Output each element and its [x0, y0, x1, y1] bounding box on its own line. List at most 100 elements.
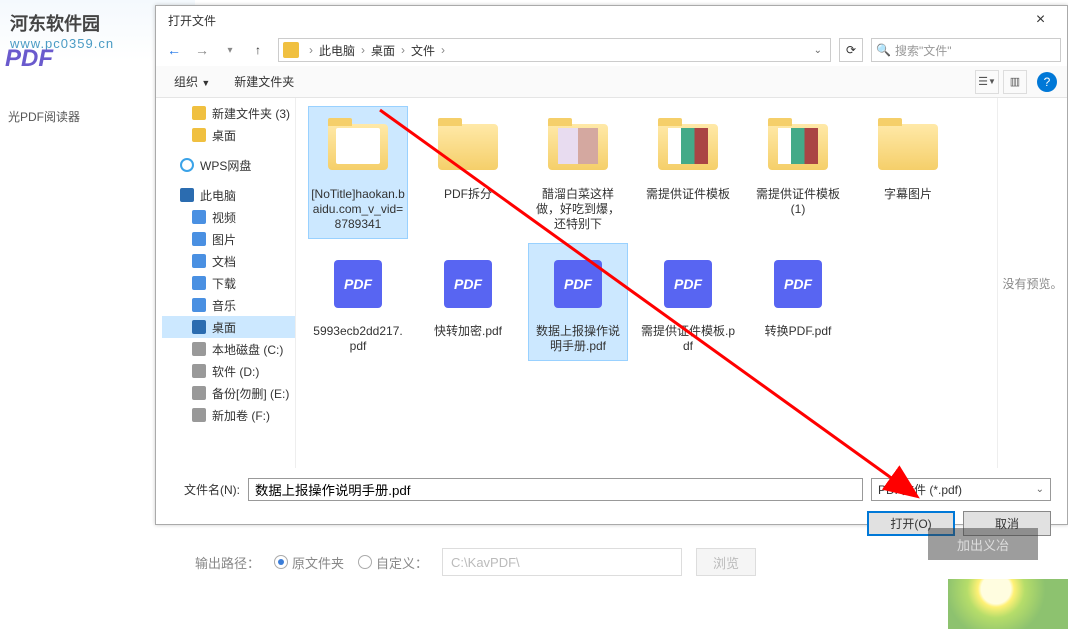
search-placeholder: 搜索"文件" [895, 42, 952, 59]
tree-item-icon [192, 386, 206, 400]
tree-item[interactable]: 备份[勿删] (E:) [162, 382, 295, 404]
file-thumb: PDF [764, 250, 832, 318]
nav-recent-dropdown[interactable]: ▾ [218, 38, 242, 62]
file-name: [NoTitle]haokan.baidu.com_v_vid=8789341 [311, 187, 405, 232]
file-thumb [654, 113, 722, 181]
tree-item[interactable]: 视频 [162, 206, 295, 228]
tree-item[interactable]: 文档 [162, 250, 295, 272]
tree-item-label: 桌面 [212, 319, 236, 336]
tree-item-icon [180, 188, 194, 202]
preview-pane-button[interactable]: ▥ [1003, 70, 1027, 94]
breadcrumb-bar[interactable]: › 此电脑 › 桌面 › 文件 › ⌄ [278, 38, 831, 62]
nav-back-button[interactable]: ← [162, 38, 186, 62]
tree-item-icon [192, 106, 206, 120]
file-item[interactable]: PDF 转换PDF.pdf [748, 243, 848, 361]
tree-item[interactable]: 桌面 [162, 124, 295, 146]
tree-item-label: 音乐 [212, 297, 236, 314]
file-thumb: PDF [654, 250, 722, 318]
file-item[interactable]: PDF拆分 [418, 106, 518, 239]
close-button[interactable]: × [1018, 11, 1063, 29]
add-file-button[interactable]: 加出义冶 [928, 528, 1038, 560]
tree-item[interactable]: 桌面 [162, 316, 295, 338]
output-label: 输出路径： [195, 553, 260, 572]
new-folder-button[interactable]: 新建文件夹 [226, 69, 302, 94]
file-item[interactable]: 需提供证件模板(1) [748, 106, 848, 239]
file-item[interactable]: PDF 5993ecb2dd217.pdf [308, 243, 408, 361]
organize-button[interactable]: 组织 ▼ [166, 69, 218, 94]
tree-item-label: 图片 [212, 231, 236, 248]
radio-original-folder[interactable]: 原文件夹 [274, 553, 344, 572]
view-mode-button[interactable]: ☰ ▼ [975, 70, 999, 94]
tree-item-icon [192, 298, 206, 312]
file-item[interactable]: [NoTitle]haokan.baidu.com_v_vid=8789341 [308, 106, 408, 239]
file-list[interactable]: [NoTitle]haokan.baidu.com_v_vid=8789341 P… [296, 98, 997, 468]
browse-button[interactable]: 浏览 [696, 548, 756, 576]
radio-custom-folder[interactable]: 自定义： [358, 553, 428, 572]
tree-item-label: 下载 [212, 275, 236, 292]
file-name: 转换PDF.pdf [751, 324, 845, 339]
filename-input[interactable] [248, 478, 863, 501]
tree-item[interactable]: 此电脑 [162, 184, 295, 206]
file-thumb: PDF [544, 250, 612, 318]
file-thumb [434, 113, 502, 181]
file-item[interactable]: PDF 需提供证件模板.pdf [638, 243, 738, 361]
file-name: 醋溜白菜这样做，好吃到爆，还特别下 [531, 187, 625, 232]
folder-tree[interactable]: 新建文件夹 (3)桌面WPS网盘此电脑视频图片文档下载音乐桌面本地磁盘 (C:)… [156, 98, 296, 468]
tree-item-icon [192, 408, 206, 422]
tree-item-icon [180, 158, 194, 172]
file-thumb [874, 113, 942, 181]
app-name: 光PDF阅读器 [8, 108, 80, 125]
tree-item[interactable]: 本地磁盘 (C:) [162, 338, 295, 360]
tree-item-label: 新建文件夹 (3) [212, 105, 290, 122]
file-thumb [544, 113, 612, 181]
breadcrumb-item[interactable]: 文件 [409, 42, 437, 59]
tree-item-icon [192, 128, 206, 142]
output-path-input[interactable]: C:\KavPDF\ [442, 548, 682, 576]
tree-item-icon [192, 342, 206, 356]
tree-item[interactable]: WPS网盘 [162, 154, 295, 176]
tree-item-icon [192, 232, 206, 246]
tree-item-label: 视频 [212, 209, 236, 226]
file-name: 5993ecb2dd217.pdf [311, 324, 405, 354]
file-name: 需提供证件模板(1) [751, 187, 845, 217]
breadcrumb-item[interactable]: 桌面 [369, 42, 397, 59]
tree-item[interactable]: 音乐 [162, 294, 295, 316]
nav-forward-button[interactable]: → [190, 38, 214, 62]
tree-item[interactable]: 下载 [162, 272, 295, 294]
tree-item-label: 文档 [212, 253, 236, 270]
tree-item[interactable]: 新建文件夹 (3) [162, 102, 295, 124]
file-item[interactable]: PDF 快转加密.pdf [418, 243, 518, 361]
folder-icon [283, 42, 299, 58]
refresh-button[interactable]: ⟳ [839, 38, 863, 62]
dialog-title: 打开文件 [160, 12, 224, 29]
filename-label: 文件名(N): [172, 481, 240, 498]
file-name: PDF拆分 [421, 187, 515, 202]
file-thumb [324, 113, 392, 181]
filetype-combo[interactable]: PDF文件 (*.pdf)⌄ [871, 478, 1051, 501]
search-input[interactable]: 🔍 搜索"文件" [871, 38, 1061, 62]
file-thumb [764, 113, 832, 181]
tree-item[interactable]: 图片 [162, 228, 295, 250]
tree-item-label: 备份[勿删] (E:) [212, 385, 289, 402]
file-thumb: PDF [434, 250, 502, 318]
tree-item-label: 新加卷 (F:) [212, 407, 270, 424]
breadcrumb-dropdown[interactable]: ⌄ [810, 45, 826, 56]
file-item[interactable]: 字幕图片 [858, 106, 958, 239]
file-name: 需提供证件模板.pdf [641, 324, 735, 354]
search-icon: 🔍 [876, 43, 891, 57]
tree-item-label: 桌面 [212, 127, 236, 144]
tree-item[interactable]: 新加卷 (F:) [162, 404, 295, 426]
file-name: 快转加密.pdf [421, 324, 515, 339]
file-name: 数据上报操作说明手册.pdf [531, 324, 625, 354]
nav-up-button[interactable]: ↑ [246, 38, 270, 62]
file-item[interactable]: 醋溜白菜这样做，好吃到爆，还特别下 [528, 106, 628, 239]
breadcrumb-item[interactable]: 此电脑 [317, 42, 357, 59]
file-item[interactable]: 需提供证件模板 [638, 106, 738, 239]
file-open-dialog: 打开文件 × ← → ▾ ↑ › 此电脑 › 桌面 › 文件 › ⌄ ⟳ 🔍 搜… [155, 5, 1068, 525]
pdf-logo-text: PDF [5, 45, 53, 73]
file-item[interactable]: PDF 数据上报操作说明手册.pdf [528, 243, 628, 361]
file-thumb: PDF [324, 250, 392, 318]
tree-item[interactable]: 软件 (D:) [162, 360, 295, 382]
help-button[interactable]: ? [1037, 72, 1057, 92]
tree-item-label: 本地磁盘 (C:) [212, 341, 283, 358]
